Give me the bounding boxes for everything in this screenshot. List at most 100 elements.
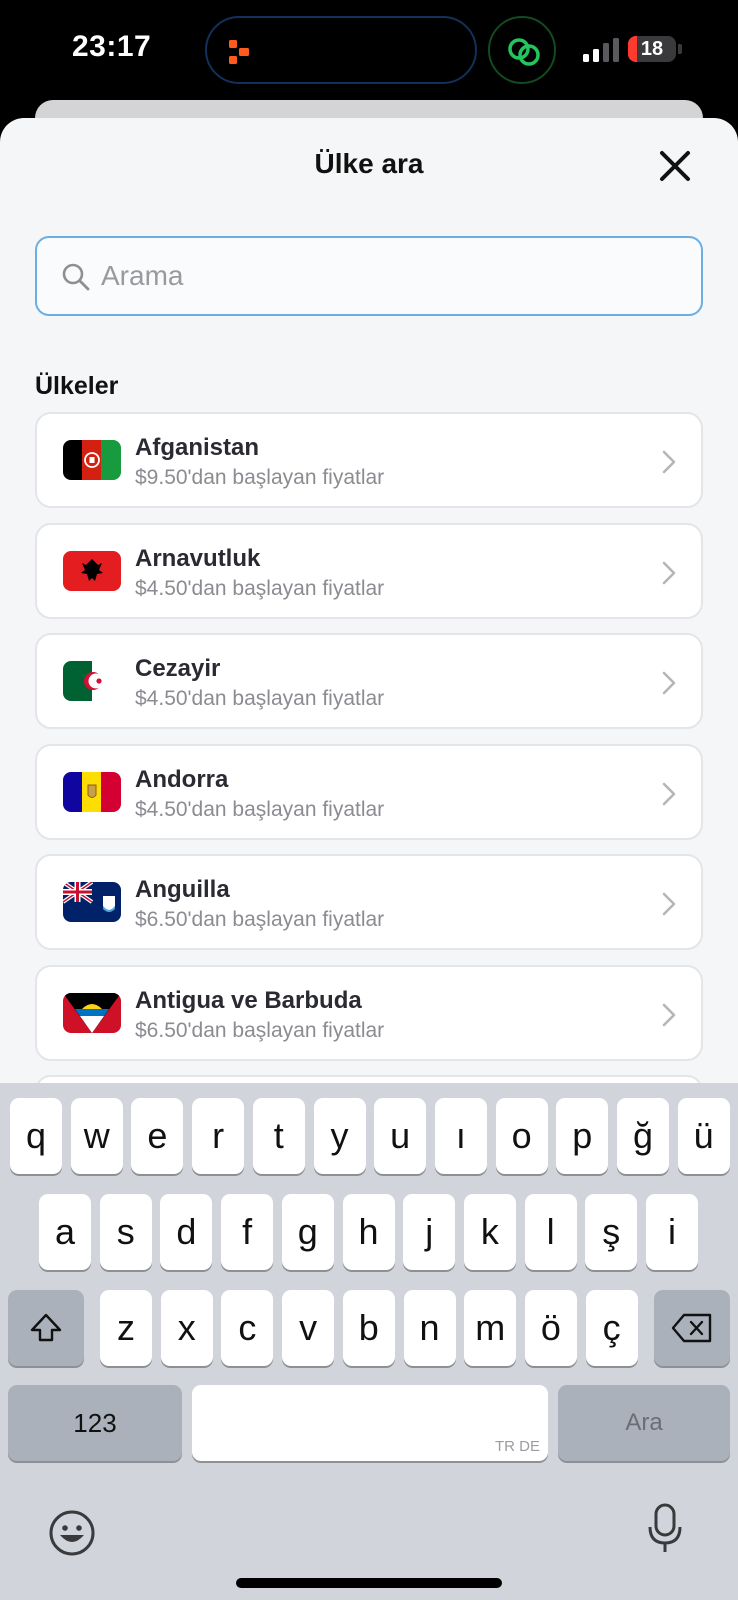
key-label: m [475,1307,506,1348]
key-label: t [273,1115,284,1156]
close-icon[interactable] [655,146,695,186]
flag-andorra-icon [63,771,121,812]
key-ş[interactable]: ş [585,1194,638,1270]
country-row-antigua-barbuda[interactable]: Antigua ve Barbuda $6.50'dan başlayan fi… [35,964,703,1061]
country-price: $4.50'dan başlayan fiyatlar [135,687,385,710]
key-ğ[interactable]: ğ [617,1098,669,1174]
key-v[interactable]: v [282,1290,335,1366]
key-label: j [425,1211,434,1252]
status-bar: 23:17 18 [0,0,738,110]
space-key[interactable]: TR DE [192,1385,548,1461]
cellular-signal-icon [583,38,619,62]
key-label: b [358,1307,379,1348]
country-list: Afganistan $9.50'dan başlayan fiyatlar A… [35,412,703,1186]
key-o[interactable]: o [495,1098,548,1174]
key-q[interactable]: q [10,1098,62,1174]
key-n[interactable]: n [403,1290,456,1366]
status-time: 23:17 [72,30,152,63]
country-name: Afganistan [135,434,260,461]
key-label: ç [602,1307,621,1348]
section-title-countries: Ülkeler [35,372,119,400]
key-ü[interactable]: ü [677,1098,730,1174]
key-label: a [54,1211,76,1252]
keyboard: qwe r t yu ı opğü asd f gh j k l ş i z x c vbnmöç 123 T… [0,1083,738,1600]
numbers-key-label: 123 [73,1408,117,1438]
key-z[interactable]: z [100,1290,152,1366]
key-label: w [83,1115,110,1156]
flag-albania-icon [63,550,121,591]
key-d[interactable]: d [160,1194,213,1270]
key-l[interactable]: l [524,1194,577,1270]
key-label: n [419,1307,440,1348]
key-u[interactable]: u [374,1098,427,1174]
key-label: h [358,1211,379,1252]
shift-key[interactable] [8,1290,84,1366]
flag-anguilla-icon [63,882,121,922]
backspace-icon [671,1313,712,1343]
chevron-right-icon [662,892,676,916]
battery-icon: 18 [628,36,676,62]
key-label: i [668,1211,676,1252]
app-logo-icon [229,40,249,64]
key-label: f [242,1211,253,1252]
key-label: d [176,1211,197,1252]
country-name: Andorra [135,765,229,793]
chevron-right-icon [662,450,676,474]
country-name: Anguilla [135,876,230,903]
country-price: $9.50'dan başlayan fiyatlar [135,466,385,489]
chevron-right-icon [662,1003,676,1026]
key-t[interactable]: t [252,1098,305,1174]
country-row-andorra[interactable]: Andorra $4.50'dan başlayan fiyatlar [35,743,703,840]
key-ö[interactable]: ö [524,1290,577,1366]
country-row-albania[interactable]: Arnavutluk $4.50'dan başlayan fiyatlar [35,522,703,619]
key-a[interactable]: a [39,1194,91,1270]
key-f[interactable]: f [221,1194,274,1270]
key-p[interactable]: p [556,1098,609,1174]
key-label: o [511,1115,532,1156]
key-w[interactable]: w [70,1098,123,1174]
search-key[interactable]: Ara [558,1385,730,1461]
emoji-icon[interactable] [48,1509,96,1557]
key-ç[interactable]: ç [585,1290,638,1366]
country-name: Cezayir [135,655,221,682]
microphone-icon[interactable] [647,1503,683,1555]
flag-afghanistan-icon [63,440,121,480]
key-e[interactable]: e [131,1098,184,1174]
key-h[interactable]: h [342,1194,395,1270]
key-label: ö [540,1307,561,1348]
country-name: Arnavutluk [135,544,261,572]
key-i[interactable]: i [646,1194,698,1270]
key-label: e [147,1115,168,1156]
key-label: ü [693,1115,714,1156]
country-row-anguilla[interactable]: Anguilla $6.50'dan başlayan fiyatlar [35,854,703,950]
key-b[interactable]: b [342,1290,395,1366]
numbers-key[interactable]: 123 [8,1385,182,1461]
flag-antigua-barbuda-icon [63,992,121,1033]
battery-level: 18 [640,38,664,60]
key-y[interactable]: y [313,1098,366,1174]
search-input[interactable] [99,238,679,314]
chat-bubble[interactable] [488,16,556,84]
home-indicator[interactable] [236,1578,502,1588]
key-ı[interactable]: ı [434,1098,487,1174]
key-label: p [572,1115,593,1156]
key-label: s [116,1211,135,1252]
key-r[interactable]: r [192,1098,245,1174]
key-m[interactable]: m [464,1290,517,1366]
search-box[interactable] [35,236,703,316]
dynamic-island[interactable] [205,16,477,84]
key-label: r [212,1115,225,1156]
chevron-right-icon [662,671,676,695]
country-row-afghanistan[interactable]: Afganistan $9.50'dan başlayan fiyatlar [35,412,703,508]
key-c[interactable]: c [221,1290,274,1366]
backspace-key[interactable] [654,1290,730,1366]
key-x[interactable]: x [160,1290,213,1366]
key-s[interactable]: s [99,1194,152,1270]
key-label: ş [602,1211,621,1252]
key-j[interactable]: j [403,1194,456,1270]
key-g[interactable]: g [281,1194,334,1270]
key-k[interactable]: k [463,1194,516,1270]
sheet-title: Ülke ara [314,148,424,179]
country-row-algeria[interactable]: Cezayir $4.50'dan başlayan fiyatlar [35,633,703,729]
chevron-right-icon [662,782,676,805]
